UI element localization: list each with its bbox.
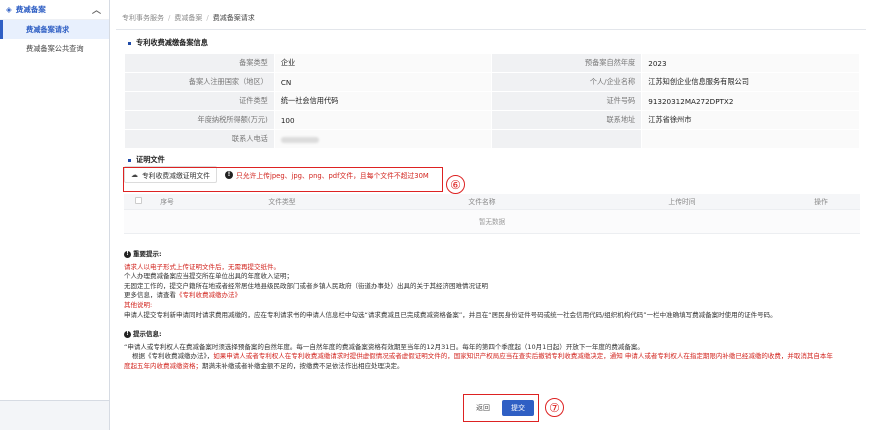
notice-text-red: 度起五年内收费减缴资格； <box>124 361 202 370</box>
submit-button[interactable]: 提交 <box>502 400 534 416</box>
section-title-docs: 证明文件 <box>128 155 165 165</box>
sidebar-group-fee-reduction[interactable]: ◈ 费减备案 ︿ <box>0 0 109 20</box>
field-value: CN <box>273 72 493 92</box>
field-value: 江苏知创企业信息服务有限公司 <box>641 72 860 92</box>
field-label-empty <box>491 129 643 149</box>
annotation-number-7: ⑦ <box>545 398 564 417</box>
fee-reduction-rules-link[interactable]: 《专利收费减缴办法》 <box>176 291 241 299</box>
sidebar-item-public-query[interactable]: 费减备案公共查询 <box>0 39 109 58</box>
breadcrumb-current: 费减备案请求 <box>212 14 255 22</box>
files-table: 序号 文件类型 文件名称 上传时间 操作 暂无数据 <box>124 194 860 234</box>
main-content: 专利事务服务 / 费减备案 / 费减备案请求 专利收费减缴备案信息 备案类型 企业 预备… <box>116 0 866 430</box>
header-divider <box>116 29 866 30</box>
field-value-empty <box>641 129 860 149</box>
table-row: 证件类型 统一社会信用代码 证件号码 91320312MA272DPTX2 <box>124 91 860 111</box>
sidebar: ◈ 费减备案 ︿ 费减备案请求 费减备案公共查询 <box>0 0 110 430</box>
empty-state: 暂无数据 <box>124 209 860 234</box>
field-label: 联系人电话 <box>124 129 275 149</box>
table-row: 备案人注册国家（地区） CN 个人/企业名称 江苏知创企业信息服务有限公司 <box>124 72 860 92</box>
field-value: 江苏省徐州市 <box>641 110 860 130</box>
notice-text: 更多信息，请查看 <box>124 291 176 300</box>
column-header: 序号 <box>152 194 182 210</box>
table-row: 备案类型 企业 预备案自然年度 2023 <box>124 53 860 73</box>
column-header: 文件名称 <box>382 194 582 210</box>
breadcrumb-item[interactable]: 专利事务服务 <box>122 14 164 22</box>
notice-text-red: 如果申请人或者专利权人在专利收费减缴请求时提供虚假情况或者虚假证明文件的，国家知… <box>213 352 833 361</box>
annotation-number-6: ⑥ <box>446 175 465 194</box>
table-row: 联系人电话 <box>124 129 860 149</box>
table-row: 年度纳税所得额(万元) 100 联系地址 江苏省徐州市 <box>124 110 860 130</box>
notice-text: 期满未补缴或者补缴金额不足的，按缴费不足依法作出相应处理决定。 <box>202 361 404 370</box>
breadcrumb: 专利事务服务 / 费减备案 / 费减备案请求 <box>122 14 255 22</box>
redacted-phone <box>280 136 319 143</box>
bullet-icon <box>128 158 131 162</box>
notice-line: 其他说明: <box>124 300 153 309</box>
info-table: 备案类型 企业 预备案自然年度 2023 备案人注册国家（地区） CN 个人/企… <box>124 53 860 149</box>
footer-actions: 返回 提交 <box>470 400 534 416</box>
notice-line: 申请人提交专利新申请同时请求费用减缴的，应在专利请求书的申请人信息栏中勾选“请求… <box>124 310 777 319</box>
notice-line: 根据《专利收费减缴办法》，如果申请人或者专利权人在专利收费减缴请求时提供虚假情况… <box>124 352 864 362</box>
annotation-box-6 <box>123 167 443 192</box>
notice-line: “申请人或专利权人在费减备案时须选择预备案的自然年度。每一自然年度的费减备案资格… <box>124 342 644 351</box>
column-header: 操作 <box>782 194 860 210</box>
sidebar-item-label: 费减备案请求 <box>26 24 70 34</box>
column-header: 文件类型 <box>182 194 382 210</box>
notice-line: 无固定工作的，提交户籍所在地或者经常居住地县级民政部门或者乡镇人民政府（街道办事… <box>124 281 488 290</box>
notice-line: 度起五年内收费减缴资格；期满未补缴或者补缴金额不足的，按缴费不足依法作出相应处理… <box>124 362 864 372</box>
section-title-info: 专利收费减缴备案信息 <box>128 38 208 48</box>
important-heading: ! 重要提示: <box>124 250 864 260</box>
field-label: 预备案自然年度 <box>491 53 643 73</box>
back-button[interactable]: 返回 <box>470 400 496 416</box>
tips-notice: ! 提示信息: “申请人或专利权人在费减备案时须选择预备案的自然年度。每一自然年… <box>124 330 864 371</box>
field-label: 备案人注册国家（地区） <box>124 72 275 92</box>
bullet-icon <box>128 41 131 45</box>
field-label: 年度纳税所得额(万元) <box>124 110 275 130</box>
field-value: 企业 <box>273 53 493 73</box>
important-notice: ! 重要提示: 请求人以电子形式上传证明文件后，无需再提交纸件。 个人办理费减备… <box>124 250 864 320</box>
field-label: 证件号码 <box>491 91 643 111</box>
info-icon: ! <box>124 251 131 259</box>
chevron-up-icon: ︿ <box>91 6 101 16</box>
select-all-cell <box>124 194 152 210</box>
field-value: 100 <box>273 110 493 130</box>
section-title-text: 证明文件 <box>136 155 165 164</box>
field-value: 2023 <box>641 53 860 73</box>
important-title: 重要提示: <box>133 250 162 258</box>
field-label: 联系地址 <box>491 110 643 130</box>
sidebar-footer <box>0 400 109 430</box>
section-title-text: 专利收费减缴备案信息 <box>136 38 208 47</box>
tips-title: 提示信息: <box>133 330 162 338</box>
field-value: 统一社会信用代码 <box>273 91 493 111</box>
field-label: 证件类型 <box>124 91 275 111</box>
field-label: 个人/企业名称 <box>491 72 643 92</box>
table-row: 暂无数据 <box>124 209 860 234</box>
notice-line: 更多信息，请查看《专利收费减缴办法》 <box>124 291 864 301</box>
notice-line: 个人办理费减备案应当提交所在单位出具的年度收入证明； <box>124 272 293 281</box>
field-value: 91320312MA272DPTX2 <box>641 91 860 111</box>
info-icon: ! <box>124 331 131 339</box>
notice-text: 根据《专利收费减缴办法》， <box>132 352 214 361</box>
menu-icon: ◈ <box>6 5 12 14</box>
breadcrumb-item[interactable]: 费减备案 <box>174 14 202 22</box>
sidebar-item-label: 费减备案公共查询 <box>26 43 84 53</box>
tips-heading: ! 提示信息: <box>124 330 864 340</box>
field-label: 备案类型 <box>124 53 275 73</box>
field-value-redacted <box>273 129 493 149</box>
select-all-checkbox[interactable] <box>134 196 142 204</box>
sidebar-item-fee-reduction-request[interactable]: 费减备案请求 <box>0 20 109 39</box>
table-header-row: 序号 文件类型 文件名称 上传时间 操作 <box>124 194 860 210</box>
sidebar-group-label: 费减备案 <box>15 5 46 14</box>
notice-line: 请求人以电子形式上传证明文件后，无需再提交纸件。 <box>124 262 280 271</box>
column-header: 上传时间 <box>582 194 782 210</box>
